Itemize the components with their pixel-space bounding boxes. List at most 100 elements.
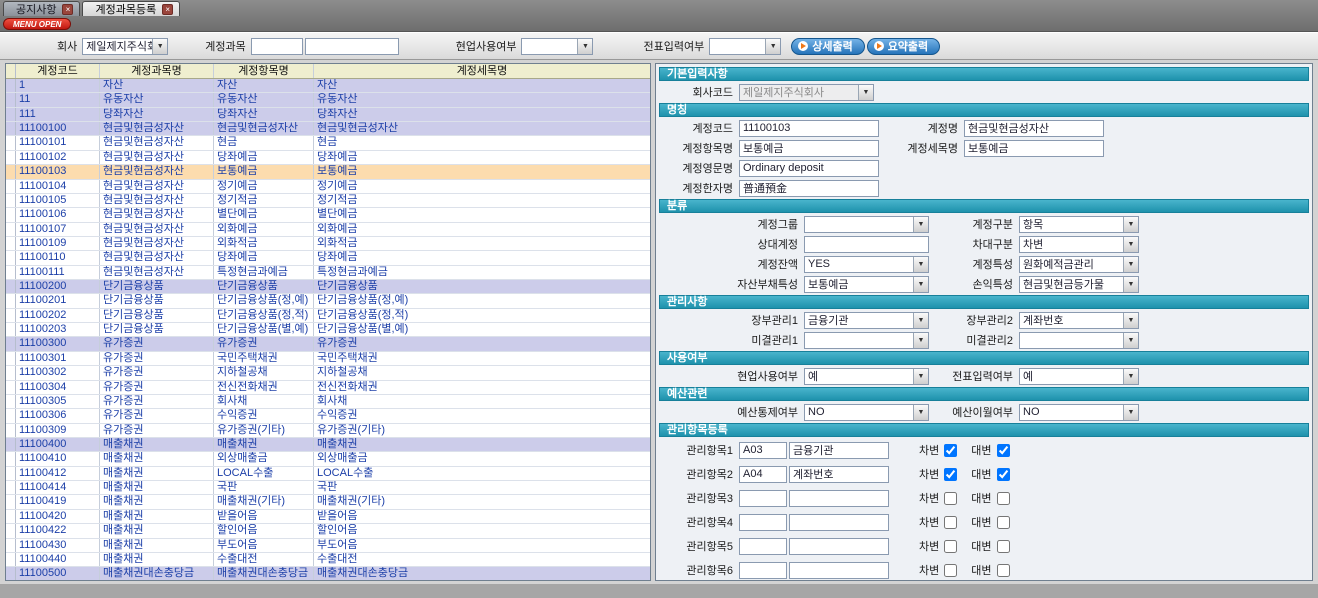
account-balance-select[interactable]: YES ▼ — [804, 256, 929, 273]
cell-name[interactable]: 현금및현금성자산 — [100, 223, 214, 236]
cell-code[interactable]: 11100103 — [16, 165, 100, 178]
table-row[interactable]: 11100102현금및현금성자산당좌예금당좌예금 — [6, 151, 650, 165]
cell-code[interactable]: 11100410 — [16, 452, 100, 465]
table-row[interactable]: 11100110현금및현금성자산당좌예금당좌예금 — [6, 251, 650, 265]
cell-name[interactable]: 유가증권 — [100, 424, 214, 437]
close-icon[interactable]: × — [162, 4, 173, 15]
open-mgmt1-select[interactable]: ▼ — [804, 332, 929, 349]
cell-item[interactable]: 받을어음 — [214, 510, 314, 523]
table-row[interactable]: 11100200단기금융상품단기금융상품단기금융상품 — [6, 280, 650, 294]
cell-detail[interactable]: 정기적금 — [314, 194, 650, 207]
cell-item[interactable]: 회사채 — [214, 395, 314, 408]
cell-name[interactable]: 현금및현금성자산 — [100, 237, 214, 250]
cell-item[interactable]: 별단예금 — [214, 208, 314, 221]
cell-code[interactable]: 11100203 — [16, 323, 100, 336]
cell-item[interactable]: 외화예금 — [214, 223, 314, 236]
menu-open-button[interactable]: MENU OPEN — [3, 18, 71, 30]
table-row[interactable]: 11100422매출채권할인어음할인어음 — [6, 524, 650, 538]
debit-checkbox[interactable] — [944, 468, 957, 481]
cell-code[interactable]: 11100500 — [16, 567, 100, 580]
cell-name[interactable]: 매출채권 — [100, 452, 214, 465]
table-row[interactable]: 11100201단기금융상품단기금융상품(정,예)단기금융상품(정,예) — [6, 294, 650, 308]
table-row[interactable]: 11100430매출채권부도어음부도어음 — [6, 539, 650, 553]
cell-detail[interactable]: 자산 — [314, 79, 650, 92]
cell-code[interactable]: 11100419 — [16, 495, 100, 508]
table-row[interactable]: 11100419매출채권매출채권(기타)매출채권(기타) — [6, 495, 650, 509]
account-group-select[interactable]: ▼ — [804, 216, 929, 233]
asset-trait-select[interactable]: 보통예금 ▼ — [804, 276, 929, 293]
cell-code[interactable]: 11100422 — [16, 524, 100, 537]
cell-code[interactable]: 11100110 — [16, 251, 100, 264]
cell-detail[interactable]: 매출채권대손충당금 — [314, 567, 650, 580]
cell-code[interactable]: 11100105 — [16, 194, 100, 207]
cell-item[interactable]: 당좌예금 — [214, 251, 314, 264]
cell-detail[interactable]: 부도어음 — [314, 539, 650, 552]
cell-item[interactable]: 유가증권 — [214, 337, 314, 350]
cell-item[interactable]: 현금 — [214, 136, 314, 149]
cell-item[interactable]: 수출대전 — [214, 553, 314, 566]
cell-name[interactable]: 현금및현금성자산 — [100, 136, 214, 149]
cell-code[interactable]: 11100107 — [16, 223, 100, 236]
hanja-name-input[interactable] — [739, 180, 879, 197]
mgmt-item-name-input[interactable] — [789, 442, 889, 459]
cell-name[interactable]: 매출채권 — [100, 539, 214, 552]
cell-code[interactable]: 11100106 — [16, 208, 100, 221]
biz-use-select[interactable]: 예 ▼ — [804, 368, 929, 385]
table-row[interactable]: 11100420매출채권받을어음받을어음 — [6, 510, 650, 524]
cell-detail[interactable]: 정기예금 — [314, 180, 650, 193]
cell-name[interactable]: 매출채권 — [100, 481, 214, 494]
cell-item[interactable]: 지하철공채 — [214, 366, 314, 379]
cell-code[interactable]: 11100104 — [16, 180, 100, 193]
cell-code[interactable]: 111 — [16, 108, 100, 121]
cell-detail[interactable]: 당좌자산 — [314, 108, 650, 121]
debit-checkbox[interactable] — [944, 564, 957, 577]
cell-name[interactable]: 자산 — [100, 79, 214, 92]
debit-checkbox[interactable] — [944, 540, 957, 553]
cell-item[interactable]: 보통예금 — [214, 165, 314, 178]
cell-code[interactable]: 11 — [16, 93, 100, 106]
cell-code[interactable]: 11100300 — [16, 337, 100, 350]
account-name-input[interactable] — [964, 120, 1104, 137]
cell-item[interactable]: LOCAL수출 — [214, 467, 314, 480]
cell-code[interactable]: 11100202 — [16, 309, 100, 322]
credit-checkbox[interactable] — [997, 564, 1010, 577]
mgmt-item-code-input[interactable] — [739, 466, 787, 483]
cell-item[interactable]: 매출채권대손충당금 — [214, 567, 314, 580]
cell-detail[interactable]: 특정현금과예금 — [314, 266, 650, 279]
cell-detail[interactable]: 매출채권 — [314, 438, 650, 451]
cell-name[interactable]: 매출채권 — [100, 438, 214, 451]
cell-name[interactable]: 현금및현금성자산 — [100, 151, 214, 164]
cell-item[interactable]: 정기예금 — [214, 180, 314, 193]
budget-control-select[interactable]: NO ▼ — [804, 404, 929, 421]
cell-item[interactable]: 할인어음 — [214, 524, 314, 537]
cell-detail[interactable]: 외화적금 — [314, 237, 650, 250]
cell-item[interactable]: 단기금융상품 — [214, 280, 314, 293]
cell-name[interactable]: 매출채권 — [100, 524, 214, 537]
cell-code[interactable]: 11100305 — [16, 395, 100, 408]
cell-detail[interactable]: 당좌예금 — [314, 151, 650, 164]
cell-name[interactable]: 유가증권 — [100, 366, 214, 379]
cell-item[interactable]: 자산 — [214, 79, 314, 92]
mgmt-item-code-input[interactable] — [739, 442, 787, 459]
cell-name[interactable]: 현금및현금성자산 — [100, 266, 214, 279]
account-trait-select[interactable]: 원화예적금관리 ▼ — [1019, 256, 1139, 273]
cell-name[interactable]: 단기금융상품 — [100, 323, 214, 336]
mgmt-item-name-input[interactable] — [789, 562, 889, 579]
cell-detail[interactable]: 매출채권(기타) — [314, 495, 650, 508]
cell-name[interactable]: 유동자산 — [100, 93, 214, 106]
tab-notice[interactable]: 공지사항 × — [3, 1, 80, 16]
detail-print-button[interactable]: 상세출력 — [791, 38, 864, 55]
table-row[interactable]: 11100412매출채권LOCAL수출LOCAL수출 — [6, 467, 650, 481]
cell-name[interactable]: 유가증권 — [100, 337, 214, 350]
table-row[interactable]: 11100301유가증권국민주택채권국민주택채권 — [6, 352, 650, 366]
debit-checkbox[interactable] — [944, 492, 957, 505]
cell-item[interactable]: 매출채권 — [214, 438, 314, 451]
cell-name[interactable]: 현금및현금성자산 — [100, 208, 214, 221]
slip-input-filter-select[interactable]: ▼ — [709, 38, 781, 55]
cell-code[interactable]: 11100400 — [16, 438, 100, 451]
cell-code[interactable]: 11100304 — [16, 381, 100, 394]
cell-item[interactable]: 외상매출금 — [214, 452, 314, 465]
cell-item[interactable]: 부도어음 — [214, 539, 314, 552]
cell-detail[interactable]: 받을어음 — [314, 510, 650, 523]
cell-detail[interactable]: LOCAL수출 — [314, 467, 650, 480]
